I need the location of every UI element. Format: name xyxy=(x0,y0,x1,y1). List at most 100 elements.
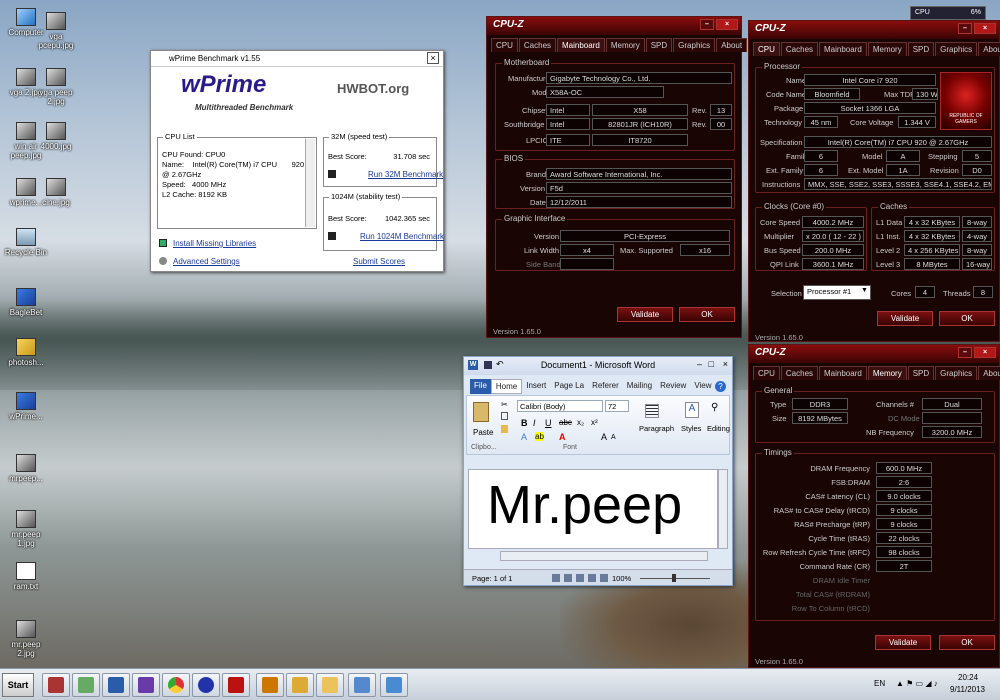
strikethrough-icon[interactable]: abc xyxy=(559,418,572,427)
validate-button[interactable]: Validate xyxy=(877,311,933,326)
tab-mainboard[interactable]: Mainboard xyxy=(819,366,867,380)
ribbon-tab-home[interactable]: Home xyxy=(490,379,523,394)
highlight-icon[interactable]: ab xyxy=(535,432,544,441)
desktop-icon[interactable]: mrpeep... xyxy=(2,454,50,483)
document-area[interactable]: Mr.peep xyxy=(468,469,718,549)
desktop-icon[interactable]: BagleBet xyxy=(2,288,50,317)
italic-icon[interactable]: I xyxy=(533,418,536,428)
close-icon[interactable]: × xyxy=(716,19,738,30)
taskbar-app-globe[interactable] xyxy=(192,673,220,697)
ribbon-tab-page-la[interactable]: Page La xyxy=(550,379,588,394)
styles-button[interactable]: Styles xyxy=(681,424,701,433)
taskbar-app-chrome[interactable] xyxy=(162,673,190,697)
desktop-icon[interactable]: mr.peep 1.jpg xyxy=(2,510,50,548)
desktop-icon[interactable]: vga peep 2.jpg xyxy=(32,68,80,106)
editing-button[interactable]: Editing xyxy=(707,424,730,433)
clock-time[interactable]: 20:24 xyxy=(958,673,978,682)
view-buttons[interactable] xyxy=(552,574,612,582)
desktop-icon[interactable]: Recycle Bin xyxy=(2,228,50,257)
close-icon[interactable]: × xyxy=(723,359,728,369)
help-icon[interactable]: ? xyxy=(715,381,726,392)
font-size-select[interactable]: 72 xyxy=(605,400,629,412)
tab-caches[interactable]: Caches xyxy=(518,38,557,52)
start-button[interactable]: Start xyxy=(2,673,34,697)
taskbar-app-explorer[interactable] xyxy=(316,673,344,697)
clock-date[interactable]: 9/11/2013 xyxy=(950,685,985,694)
tab-cpu[interactable]: CPU xyxy=(753,42,780,56)
superscript-icon[interactable]: x² xyxy=(591,418,598,427)
chevron-down-icon[interactable]: ▼ xyxy=(861,287,868,294)
word-titlebar[interactable]: W ↶ Document1 - Microsoft Word – □ × xyxy=(464,357,732,375)
taskbar-app-photo[interactable] xyxy=(380,673,408,697)
font-color-icon[interactable]: A xyxy=(559,432,566,442)
format-painter-icon[interactable] xyxy=(501,425,508,433)
minimize-icon[interactable]: – xyxy=(958,347,972,358)
desktop-icon[interactable]: cine.jpg xyxy=(32,178,80,207)
taskbar-app-word[interactable] xyxy=(102,673,130,697)
save-icon[interactable] xyxy=(484,361,492,369)
taskbar-app-pin[interactable] xyxy=(42,673,70,697)
shrink-font-icon[interactable]: A xyxy=(611,434,616,441)
tab-spd[interactable]: SPD xyxy=(907,366,935,380)
wprime-titlebar[interactable]: wPrime Benchmark v1.55 × xyxy=(151,51,443,67)
desktop-icon[interactable]: photosh... xyxy=(2,338,50,367)
minimize-icon[interactable]: – xyxy=(700,19,714,30)
cpuz-mb-titlebar[interactable]: CPU-Z – × xyxy=(487,17,741,35)
close-icon[interactable]: × xyxy=(427,52,439,64)
ribbon-tab-review[interactable]: Review xyxy=(656,379,690,394)
wprime-window[interactable]: wPrime Benchmark v1.55 × wPrime Multithr… xyxy=(150,50,444,272)
paragraph-icon[interactable] xyxy=(645,404,659,418)
page-count[interactable]: Page: 1 of 1 xyxy=(472,574,512,583)
tab-about[interactable]: About xyxy=(978,366,1000,380)
maximize-icon[interactable]: □ xyxy=(709,359,714,369)
taskbar-app-cpuz[interactable] xyxy=(222,673,250,697)
desktop-icon[interactable]: ram.txt xyxy=(2,562,50,591)
tab-graphics[interactable]: Graphics xyxy=(935,366,978,380)
tab-memory[interactable]: Memory xyxy=(605,38,645,52)
ribbon-tab-mailing[interactable]: Mailing xyxy=(623,379,656,394)
paste-button[interactable]: Paste xyxy=(473,428,493,437)
text-effects-icon[interactable]: A xyxy=(521,432,527,442)
minimize-icon[interactable]: – xyxy=(958,23,972,34)
vertical-scrollbar[interactable] xyxy=(718,469,728,549)
document-text[interactable]: Mr.peep xyxy=(487,474,682,536)
ribbon-tab-view[interactable]: View xyxy=(690,379,715,394)
copy-icon[interactable] xyxy=(501,412,508,420)
word-window[interactable]: W ↶ Document1 - Microsoft Word – □ × Fil… xyxy=(463,356,733,586)
tab-about[interactable]: About xyxy=(978,42,1000,56)
paste-icon[interactable] xyxy=(473,402,489,422)
tab-memory[interactable]: Memory xyxy=(867,42,907,56)
tab-caches[interactable]: Caches xyxy=(780,42,819,56)
taskbar-app-wprime[interactable] xyxy=(348,673,376,697)
tray-icons[interactable]: ▲ ⚑ ▭ ◢ ♪ xyxy=(896,679,938,688)
desktop-icon[interactable]: vga pcepu.jpg xyxy=(32,12,80,50)
minimize-icon[interactable]: – xyxy=(697,359,702,369)
styles-icon[interactable]: A xyxy=(685,402,699,418)
zoom-thumb[interactable] xyxy=(672,574,676,582)
grow-font-icon[interactable]: A xyxy=(601,432,607,442)
tab-cpu[interactable]: CPU xyxy=(753,366,780,380)
cpuz-cpu-titlebar[interactable]: CPU-Z – × xyxy=(749,21,999,39)
close-icon[interactable]: × xyxy=(974,23,996,34)
ribbon-tab-insert[interactable]: Insert xyxy=(522,379,550,394)
cpu-list-scrollbar[interactable] xyxy=(305,139,315,227)
advanced-settings-link[interactable]: Advanced Settings xyxy=(173,257,240,266)
font-name-select[interactable]: Calibri (Body) xyxy=(517,400,603,412)
cpuz-memory-window[interactable]: CPU-Z – × CPU Caches Mainboard Memory SPD Grap… xyxy=(748,344,1000,668)
underline-icon[interactable]: U xyxy=(545,418,552,428)
tab-about[interactable]: About xyxy=(716,38,748,52)
taskbar-app-media[interactable] xyxy=(72,673,100,697)
subscript-icon[interactable]: x₂ xyxy=(577,418,584,427)
taskbar-app-nodes[interactable] xyxy=(286,673,314,697)
language-indicator[interactable]: EN xyxy=(874,679,885,688)
cpuz-mem-titlebar[interactable]: CPU-Z – × xyxy=(749,345,999,363)
paragraph-button[interactable]: Paragraph xyxy=(639,424,674,433)
run-32m-link[interactable]: Run 32M Benchmark xyxy=(368,170,443,179)
close-icon[interactable]: × xyxy=(974,347,996,358)
bold-icon[interactable]: B xyxy=(521,418,528,428)
ribbon-tab-file[interactable]: File xyxy=(470,379,491,394)
desktop-icon[interactable]: 4000.jpg xyxy=(32,122,80,151)
zoom-level[interactable]: 100% xyxy=(612,574,631,583)
ok-button[interactable]: OK xyxy=(679,307,735,322)
taskbar-app-tool[interactable] xyxy=(256,673,284,697)
